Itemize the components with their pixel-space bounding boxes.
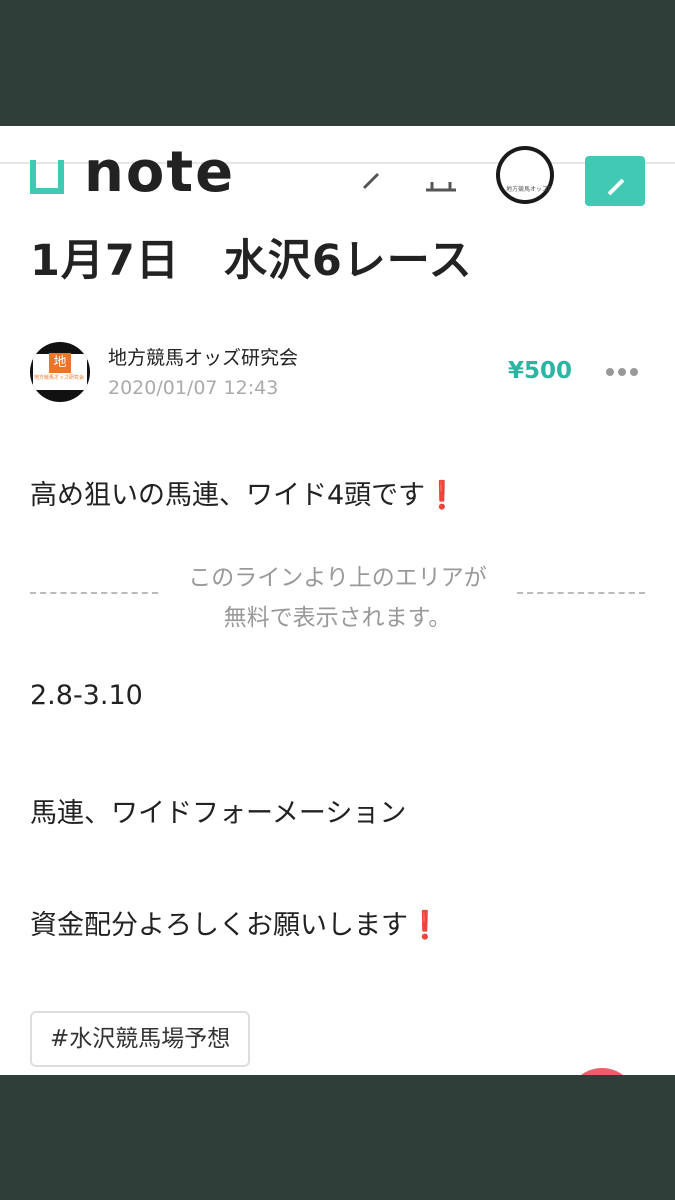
price-label: ¥500 — [508, 358, 573, 384]
exclamation-icon: ❗ — [425, 480, 459, 511]
paragraph-odds: 2.8-3.10 — [30, 680, 143, 711]
bell-icon[interactable] — [424, 164, 458, 194]
note-logo-icon[interactable] — [30, 160, 64, 194]
paywall-divider-left — [30, 592, 158, 594]
user-avatar[interactable]: 地方競馬オッズ研究会 — [496, 146, 554, 204]
note-logo-text[interactable]: note — [84, 140, 235, 205]
paragraph-intro: 高め狙いの馬連、ワイド4頭です❗ — [30, 480, 459, 511]
more-options-icon[interactable] — [604, 366, 640, 378]
post-button[interactable] — [585, 156, 645, 206]
paywall-notice: このラインより上のエリアが 無料で表示されます。 — [188, 565, 487, 631]
paragraph-request: 資金配分よろしくお願いします❗ — [30, 910, 442, 941]
exclamation-icon: ❗ — [408, 910, 442, 941]
paywall-divider-right — [517, 592, 645, 594]
author-avatar[interactable]: 地 地方競馬オッズ研究会 — [30, 342, 90, 402]
paragraph-bet-type: 馬連、ワイドフォーメーション — [30, 798, 407, 829]
overlay-top — [0, 0, 675, 126]
hashtag-chip[interactable]: #水沢競馬場予想 — [30, 1011, 251, 1067]
post-date: 2020/01/07 12:43 — [108, 377, 279, 399]
overlay-bottom — [0, 1075, 675, 1200]
search-icon[interactable] — [360, 164, 384, 190]
pencil-icon — [607, 178, 625, 196]
article-title: 1月7日 水沢6レース — [30, 236, 473, 286]
author-name[interactable]: 地方競馬オッズ研究会 — [108, 343, 298, 370]
